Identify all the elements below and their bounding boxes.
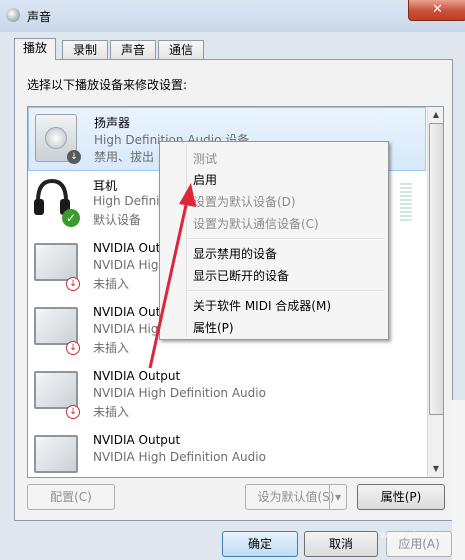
monitor-icon xyxy=(34,371,78,409)
tab-recording[interactable]: 录制 xyxy=(62,40,108,59)
menu-item-enable[interactable]: 启用 xyxy=(193,171,217,188)
set-default-button[interactable]: 设为默认值(S) ▾ xyxy=(245,484,347,510)
monitor-icon xyxy=(34,243,78,281)
device-name: 扬声器 xyxy=(94,116,131,130)
device-item-nvidia-3[interactable]: ↓ NVIDIA Output NVIDIA High Definition A… xyxy=(28,363,426,427)
title-bar: 声音 ✕ xyxy=(0,0,465,32)
background-strip xyxy=(452,400,465,560)
device-name: NVIDIA Output xyxy=(93,369,181,383)
unplugged-badge-icon: ↓ xyxy=(66,277,80,291)
device-status: 未插入 xyxy=(93,405,130,419)
device-status: 禁用、拔出 xyxy=(94,150,155,164)
menu-item-about-midi[interactable]: 关于软件 MIDI 合成器(M) xyxy=(193,297,331,314)
device-name: NVIDIA Out xyxy=(93,241,161,255)
volume-level-meter xyxy=(400,183,412,221)
properties-button[interactable]: 属性(P) xyxy=(357,484,445,510)
tab-playback[interactable]: 播放 xyxy=(14,38,56,60)
scroll-thumb[interactable] xyxy=(429,123,443,415)
unplugged-badge-icon: ↓ xyxy=(66,405,80,419)
cancel-button[interactable]: 取消 xyxy=(304,531,378,557)
ok-button[interactable]: 确定 xyxy=(222,531,298,557)
scroll-down-arrow-icon[interactable]: ▼ xyxy=(428,461,443,477)
dropdown-arrow-icon[interactable]: ▾ xyxy=(329,485,346,509)
device-status: 未插入 xyxy=(93,341,130,355)
device-desc: High Defini xyxy=(93,194,160,208)
device-status: 默认设备 xyxy=(93,213,142,227)
menu-item-test[interactable]: 测试 xyxy=(193,150,217,167)
device-desc: NVIDIA Hig xyxy=(93,322,159,336)
configure-button[interactable]: 配置(C) xyxy=(27,484,115,510)
device-status: 未插入 xyxy=(93,277,130,291)
menu-item-show-disabled[interactable]: 显示禁用的设备 xyxy=(193,245,277,262)
disabled-badge-icon: ↓ xyxy=(67,150,81,164)
watermark: www.xiaz.com xyxy=(380,530,452,541)
device-name: NVIDIA Out xyxy=(93,305,161,319)
tab-communications[interactable]: 通信 xyxy=(158,40,204,59)
monitor-icon xyxy=(34,307,78,345)
device-desc: NVIDIA High Definition Audio xyxy=(93,450,266,464)
tab-sounds[interactable]: 声音 xyxy=(110,40,156,59)
menu-item-properties[interactable]: 属性(P) xyxy=(193,319,234,336)
monitor-icon xyxy=(34,435,78,473)
default-check-icon: ✓ xyxy=(62,209,80,227)
menu-item-set-default[interactable]: 设置为默认设备(D) xyxy=(193,193,296,210)
menu-item-show-disconnected[interactable]: 显示已断开的设备 xyxy=(193,267,289,284)
close-button[interactable]: ✕ xyxy=(408,0,465,21)
window-title: 声音 xyxy=(27,10,52,24)
menu-item-set-default-comm[interactable]: 设置为默认通信设备(C) xyxy=(193,215,319,232)
device-item-nvidia-4[interactable]: NVIDIA Output NVIDIA High Definition Aud… xyxy=(28,427,426,477)
device-desc: NVIDIA High Definition Audio xyxy=(93,386,266,400)
sound-app-icon xyxy=(6,8,20,22)
scroll-up-arrow-icon[interactable]: ▲ xyxy=(428,107,443,123)
context-menu: 测试 启用 设置为默认设备(D) 设置为默认通信设备(C) 显示禁用的设备 显示… xyxy=(159,141,389,340)
unplugged-badge-icon: ↓ xyxy=(66,341,80,355)
device-name: NVIDIA Output xyxy=(93,433,181,447)
list-scrollbar[interactable]: ▲ ▼ xyxy=(427,107,443,477)
instruction-text: 选择以下播放设备来修改设置: xyxy=(27,78,188,92)
device-name: 耳机 xyxy=(93,179,118,193)
set-default-label: 设为默认值(S) xyxy=(257,490,335,504)
device-desc: NVIDIA High xyxy=(93,258,167,272)
